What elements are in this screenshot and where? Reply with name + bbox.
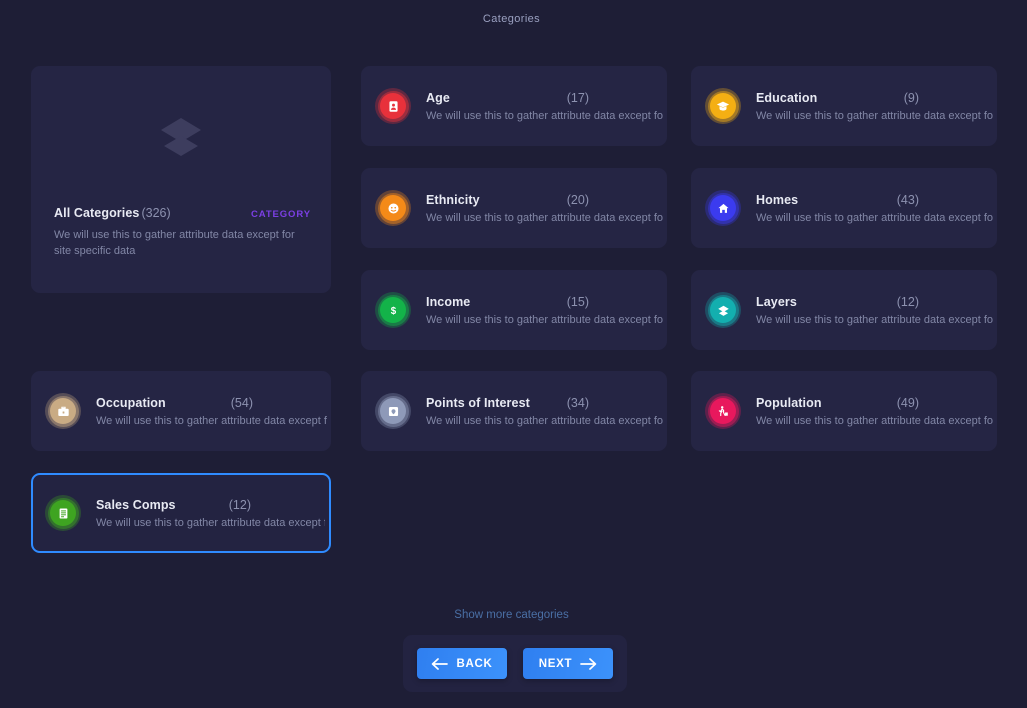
categories-page: Categories All Categories (326) CATEGORY… — [0, 0, 1027, 708]
category-name: Population — [756, 395, 822, 410]
category-count: (43) — [896, 192, 919, 207]
category-card-body: Age (17) We will use this to gather attrib… — [426, 91, 667, 122]
category-card-body: Homes (43) We will use this to gather attr… — [756, 193, 997, 224]
category-name: Homes — [756, 192, 799, 207]
category-card-body: Ethnicity (20) We will use this to gather … — [426, 193, 667, 224]
back-button[interactable]: BACK — [417, 648, 507, 679]
category-name: Ethnicity — [426, 192, 480, 207]
walking-person-icon — [705, 393, 741, 429]
category-description: We will use this to gather attribute dat… — [756, 211, 993, 224]
face-icon — [375, 190, 411, 226]
layers-icon — [705, 292, 741, 328]
category-card-age[interactable]: Age (17) We will use this to gather attrib… — [361, 66, 667, 146]
show-more-categories-link[interactable]: Show more categories — [0, 609, 1023, 621]
home-icon — [705, 190, 741, 226]
category-name: Age — [426, 90, 450, 105]
category-name: Points of Interest — [426, 395, 530, 410]
category-count: (20) — [566, 192, 589, 207]
category-description: We will use this to gather attribute dat… — [756, 313, 993, 326]
category-card-ethnicity[interactable]: Ethnicity (20) We will use this to gather … — [361, 168, 667, 248]
category-name: Occupation — [96, 395, 166, 410]
category-card-body: Income (15) We will use this to gather att… — [426, 295, 667, 326]
category-card-layers[interactable]: Layers (12) We will use this to gather att… — [691, 270, 997, 350]
category-description: We will use this to gather attribute dat… — [426, 211, 663, 224]
navigation-panel: BACK NEXT — [403, 635, 627, 692]
receipt-icon — [45, 495, 81, 531]
category-badge: CATEGORY — [251, 209, 311, 221]
category-count: (9) — [903, 90, 919, 105]
all-categories-name: All Categories — [54, 206, 140, 221]
category-card-points-of-interest[interactable]: Points of Interest (34) We will use this t… — [361, 371, 667, 451]
category-description: We will use this to gather attribute dat… — [426, 313, 663, 326]
category-name: Income — [426, 294, 471, 309]
category-card-body: Population (49) We will use this to gather… — [756, 396, 997, 427]
category-count: (15) — [566, 294, 589, 309]
category-count: (17) — [566, 90, 589, 105]
category-description: We will use this to gather attribute dat… — [426, 414, 663, 427]
category-count: (12) — [896, 294, 919, 309]
category-card-occupation[interactable]: Occupation (54) We will use this to gather… — [31, 371, 331, 451]
category-card-education[interactable]: Education (9) We will use this to gather a… — [691, 66, 997, 146]
next-button-label: NEXT — [538, 657, 573, 670]
dollar-icon: $ — [375, 292, 411, 328]
all-categories-footer: All Categories (326) CATEGORY We will us… — [54, 206, 311, 260]
all-categories-card[interactable]: All Categories (326) CATEGORY We will us… — [31, 66, 331, 293]
category-card-body: Education (9) We will use this to gather a… — [756, 91, 997, 122]
page-title: Categories — [482, 13, 541, 25]
category-description: We will use this to gather attribute dat… — [756, 414, 993, 427]
category-card-body: Points of Interest (34) We will use this t… — [426, 396, 667, 427]
category-card-body: Occupation (54) We will use this to gather… — [96, 396, 331, 427]
arrow-right-icon — [580, 657, 597, 670]
arrow-left-icon — [431, 657, 449, 670]
category-card-homes[interactable]: Homes (43) We will use this to gather attr… — [691, 168, 997, 248]
category-description: We will use this to gather attribute dat… — [756, 109, 993, 122]
category-card-body: Sales Comps (12) We will use this to gathe… — [96, 498, 329, 529]
id-badge-icon — [375, 88, 411, 124]
category-name: Education — [756, 90, 818, 105]
category-count: (54) — [230, 395, 253, 410]
back-button-label: BACK — [456, 657, 493, 670]
category-card-income[interactable]: $ Income (15) We will use this to gather at… — [361, 270, 667, 350]
category-count: (49) — [896, 395, 919, 410]
category-count: (34) — [566, 395, 589, 410]
category-count: (12) — [228, 497, 251, 512]
category-name: Sales Comps — [96, 497, 176, 512]
map-marker-icon — [375, 393, 411, 429]
next-button[interactable]: NEXT — [523, 648, 613, 679]
all-categories-count: (326) — [141, 206, 171, 221]
category-card-sales-comps[interactable]: Sales Comps (12) We will use this to gathe… — [31, 473, 331, 553]
all-categories-description: We will use this to gather attribute dat… — [54, 229, 295, 258]
category-card-body: Layers (12) We will use this to gather att… — [756, 295, 997, 326]
graduation-cap-icon — [705, 88, 741, 124]
category-description: We will use this to gather attribute dat… — [96, 414, 327, 427]
category-description: We will use this to gather attribute dat… — [426, 109, 663, 122]
category-card-population[interactable]: Population (49) We will use this to gather… — [691, 371, 997, 451]
category-name: Layers — [756, 294, 797, 309]
briefcase-icon — [45, 393, 81, 429]
category-description: We will use this to gather attribute dat… — [96, 516, 325, 529]
svg-text:$: $ — [390, 306, 396, 317]
layers-icon — [31, 112, 331, 160]
